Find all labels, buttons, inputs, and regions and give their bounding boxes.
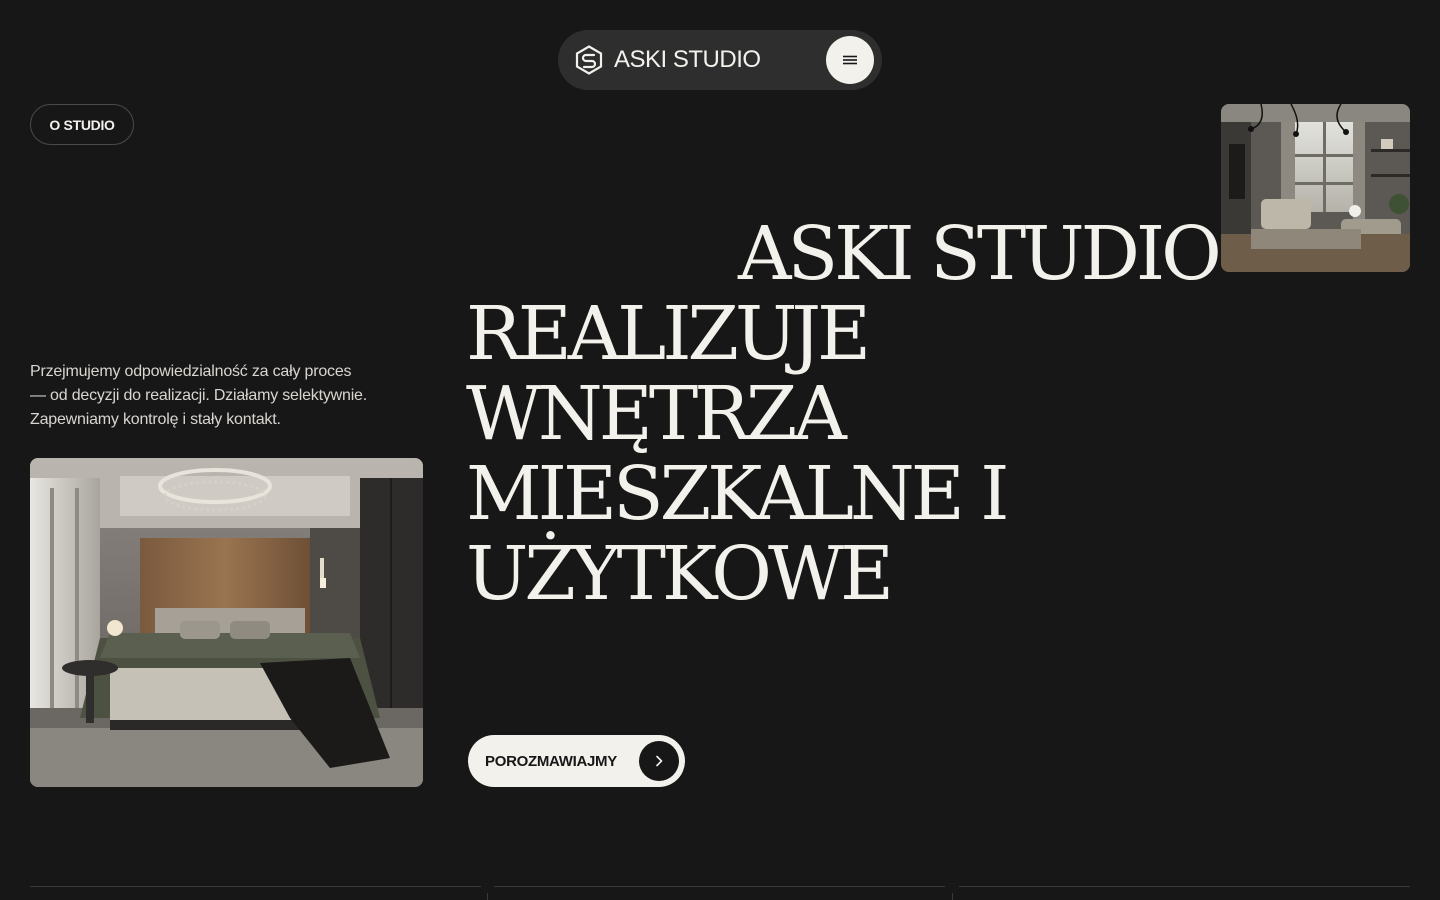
headline-line-4: UŻYTKOWE xyxy=(466,531,894,617)
bottom-divider-tick-2 xyxy=(952,893,953,900)
page: ASKI STUDIO O STUDIO Przejmujemy odpowie… xyxy=(0,0,1440,900)
headline-line-3: MIESZKALNE I xyxy=(466,451,1010,537)
bottom-divider-tick-1 xyxy=(487,893,488,900)
chevron-right-icon xyxy=(656,755,663,767)
about-studio-chip[interactable]: O STUDIO xyxy=(30,104,134,145)
cta-label: POROZMAWIAJMY xyxy=(485,752,617,770)
living-room-image xyxy=(1221,104,1410,272)
cta-arrow-circle xyxy=(639,741,679,781)
hero-headline: ASKI STUDIO REALIZUJE WNĘTRZA MIESZKALNE… xyxy=(466,214,1246,614)
bottom-divider-3 xyxy=(959,886,1410,887)
headline-line-1: ASKI STUDIO xyxy=(738,211,1222,297)
aski-logo-icon[interactable] xyxy=(574,45,604,75)
intro-text: Przejmujemy odpowiedzialność za cały pro… xyxy=(30,360,410,432)
headline-line-2: REALIZUJE WNĘTRZA xyxy=(466,291,871,457)
contact-cta-button[interactable]: POROZMAWIAJMY xyxy=(468,735,685,787)
top-nav: ASKI STUDIO xyxy=(558,30,882,90)
menu-button[interactable] xyxy=(826,36,874,84)
intro-line-1: Przejmujemy odpowiedzialność za cały pro… xyxy=(30,363,352,380)
bottom-divider-1 xyxy=(30,886,481,887)
intro-line-3: Zapewniamy kontrolę i stały kontakt. xyxy=(30,411,281,428)
hamburger-menu-icon xyxy=(843,55,857,65)
brand-name[interactable]: ASKI STUDIO xyxy=(614,46,761,74)
intro-line-2: — od decyzji do realizacji. Działamy sel… xyxy=(30,387,367,404)
bedroom-image xyxy=(30,458,423,787)
bottom-divider-2 xyxy=(494,886,945,887)
